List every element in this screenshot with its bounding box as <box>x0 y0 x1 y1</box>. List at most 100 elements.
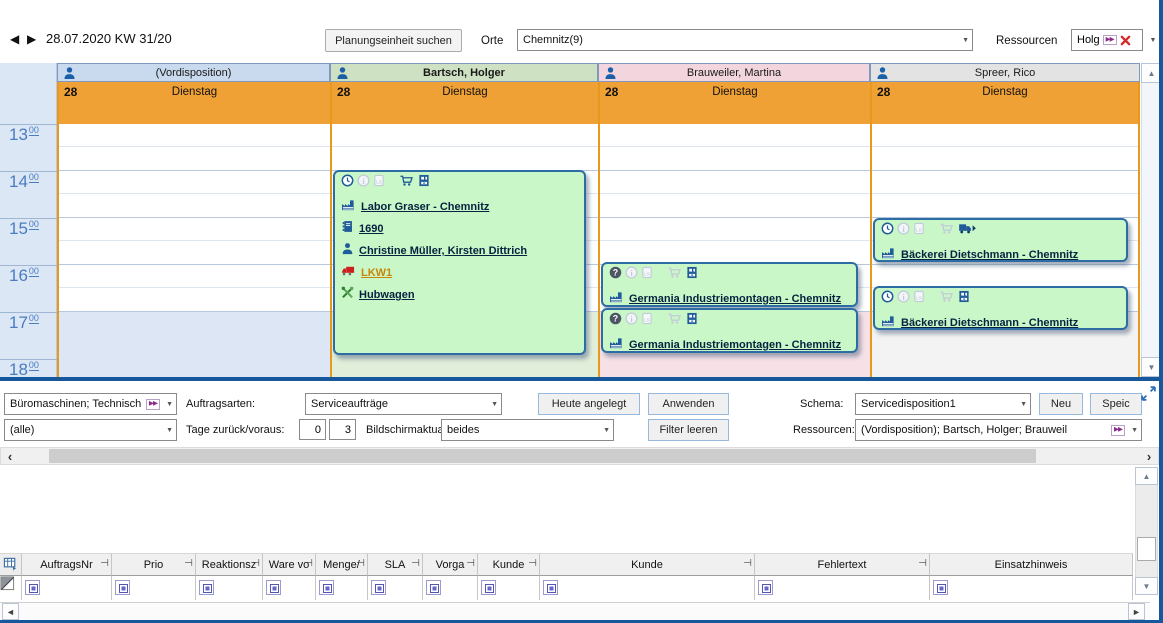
column-header-prio[interactable]: Prio⊣ <box>112 553 196 576</box>
bildschirm-select[interactable]: beides ▼ <box>441 419 614 441</box>
auftragsarten-select[interactable]: Serviceaufträge ▼ <box>305 393 502 415</box>
appointment[interactable]: ?iLS Germania Industriemontagen - Chemnit… <box>601 308 858 353</box>
h-scroll-left-button[interactable]: ‹ <box>2 449 18 464</box>
filter-button[interactable] <box>933 580 948 595</box>
pin-icon[interactable]: ⊣ <box>304 558 313 569</box>
planning-unit-select[interactable]: Büromaschinen; Technisch ▶▶ ▼ <box>4 393 177 415</box>
appointment[interactable]: iLS Labor Graser - Chemnitz 1690 Christine … <box>333 170 586 355</box>
ls-document-icon[interactable]: LS <box>373 174 385 192</box>
ls-document-icon[interactable]: LS <box>641 312 653 330</box>
dropdown-arrow-icon[interactable]: ▼ <box>603 427 610 434</box>
tage-voraus-input[interactable] <box>329 419 356 440</box>
more-resources2-icon[interactable]: ▶▶ <box>1111 425 1125 436</box>
day-cell-spreer[interactable]: 28Dienstag <box>870 82 1140 124</box>
more-units-icon[interactable]: ▶▶ <box>146 399 160 410</box>
appointment-text[interactable]: Bäckerei Dietschmann - Chemnitz <box>901 249 1078 261</box>
expand-panel-icon[interactable] <box>1140 385 1157 402</box>
table-scroll-down-button[interactable]: ▼ <box>1135 577 1158 595</box>
clock-icon[interactable] <box>881 290 894 308</box>
pin-icon[interactable]: ⊣ <box>528 558 537 569</box>
column-header-kunde[interactable]: Kunde⊣ <box>540 553 755 576</box>
filter-button[interactable] <box>199 580 214 595</box>
pin-icon[interactable]: ⊣ <box>743 558 752 569</box>
clock-icon[interactable] <box>341 174 354 192</box>
clock-icon[interactable] <box>881 222 894 240</box>
filter-button[interactable] <box>115 580 130 595</box>
delivery-truck-icon[interactable] <box>958 222 977 240</box>
dropdown-arrow-icon[interactable]: ▼ <box>1131 427 1138 434</box>
appointment-text[interactable]: Germania Industriemontagen - Chemnitz <box>629 293 841 305</box>
next-day-button[interactable]: ▶ <box>27 32 36 46</box>
table-scroll-up-button[interactable]: ▲ <box>1135 467 1158 485</box>
table-vertical-scrollbar[interactable] <box>1135 467 1158 595</box>
appointment-text[interactable]: Hubwagen <box>359 289 415 301</box>
ressourcen2-select[interactable]: (Vordisposition); Bartsch, Holger; Brauw… <box>855 419 1142 441</box>
column-header-einsatzhinweis[interactable]: Einsatzhinweis <box>930 553 1133 576</box>
column-header-auftragsnr[interactable]: AuftragsNr⊣ <box>22 553 112 576</box>
pin-icon[interactable]: ⊣ <box>411 558 420 569</box>
question-icon[interactable]: ? <box>609 312 622 330</box>
pin-icon[interactable]: ⊣ <box>184 558 193 569</box>
dropdown-arrow-icon[interactable]: ▼ <box>166 401 173 408</box>
day-cell-brauweiler[interactable]: 28Dienstag <box>598 82 870 124</box>
appointment[interactable]: iLS Bäckerei Dietschmann - Chemnitz <box>873 286 1128 330</box>
ls-document-icon[interactable]: LS <box>913 290 925 308</box>
dropdown-arrow-icon[interactable]: ▼ <box>962 37 969 44</box>
anwenden-button[interactable]: Anwenden <box>648 393 729 415</box>
table-h-scroll-right-button[interactable]: ► <box>1128 603 1145 620</box>
column-header-brauweiler[interactable]: Brauweiler, Martina <box>598 63 870 82</box>
appointment-text[interactable]: Germania Industriemontagen - Chemnitz <box>629 339 841 351</box>
ls-document-icon[interactable]: LS <box>913 222 925 240</box>
column-header-ware[interactable]: Ware vo⊣ <box>263 553 316 576</box>
appointment-text[interactable]: Bäckerei Dietschmann - Chemnitz <box>901 317 1078 329</box>
info-icon[interactable]: i <box>897 222 910 240</box>
column-header-reaktionszeit[interactable]: Reaktionsz⊣ <box>196 553 263 576</box>
info-icon[interactable]: i <box>625 312 638 330</box>
prev-day-button[interactable]: ◀ <box>10 32 19 46</box>
filter-clear-icon[interactable] <box>0 576 22 600</box>
column-header-fehlertext[interactable]: Fehlertext⊣ <box>755 553 930 576</box>
filter-button[interactable] <box>481 580 496 595</box>
column-header-vorgabe[interactable]: Vorga⊣ <box>423 553 478 576</box>
alle-select[interactable]: (alle) ▼ <box>4 419 177 441</box>
table-settings-icon[interactable] <box>0 553 22 576</box>
pin-icon[interactable]: ⊣ <box>356 558 365 569</box>
pin-icon[interactable]: ⊣ <box>251 558 260 569</box>
calendar-column-vordisposition[interactable] <box>57 124 330 377</box>
column-header-spreer[interactable]: Spreer, Rico <box>870 63 1140 82</box>
filter-button[interactable] <box>758 580 773 595</box>
neu-button[interactable]: Neu <box>1039 393 1083 415</box>
column-header-menge[interactable]: Menge/⊣ <box>316 553 368 576</box>
h-scroll-thumb[interactable] <box>49 449 1036 463</box>
info-icon[interactable]: i <box>897 290 910 308</box>
question-icon[interactable]: ? <box>609 266 622 284</box>
remove-resource-icon[interactable] <box>1120 35 1131 46</box>
cart-icon[interactable] <box>399 174 415 192</box>
cart-icon[interactable] <box>667 312 683 330</box>
machine-icon[interactable] <box>958 290 970 308</box>
filter-button[interactable] <box>25 580 40 595</box>
filter-button[interactable] <box>426 580 441 595</box>
filter-leeren-button[interactable]: Filter leeren <box>648 419 729 441</box>
appointment[interactable]: iLS Bäckerei Dietschmann - Chemnitz <box>873 218 1128 262</box>
column-header-kunde_nr[interactable]: Kunde⊣ <box>478 553 540 576</box>
pin-icon[interactable]: ⊣ <box>100 558 109 569</box>
info-icon[interactable]: i <box>625 266 638 284</box>
heute-angelegt-button[interactable]: Heute angelegt <box>538 393 640 415</box>
table-h-scroll-left-button[interactable]: ◄ <box>2 603 19 620</box>
column-header-vordisposition[interactable]: (Vordisposition) <box>57 63 330 82</box>
orte-select[interactable]: Chemnitz(9) ▼ <box>517 29 973 51</box>
tage-zurueck-input[interactable] <box>299 419 326 440</box>
appointment-text[interactable]: Christine Müller, Kirsten Dittrich <box>359 245 527 257</box>
info-icon[interactable]: i <box>357 174 370 192</box>
dropdown-arrow-icon[interactable]: ▼ <box>491 401 498 408</box>
more-resources-icon[interactable]: ▶▶ <box>1103 35 1117 46</box>
filter-button[interactable] <box>266 580 281 595</box>
appointment-text[interactable]: LKW1 <box>361 267 392 279</box>
appointment-text[interactable]: 1690 <box>359 223 383 235</box>
planungseinheit-suchen-button[interactable]: Planungseinheit suchen <box>325 29 462 52</box>
ressourcen-dropdown-button[interactable]: ▼ <box>1146 29 1160 51</box>
day-cell-vordisposition[interactable]: 28Dienstag <box>57 82 330 124</box>
appointment-text[interactable]: Labor Graser - Chemnitz <box>361 201 489 213</box>
cart-icon[interactable] <box>939 290 955 308</box>
